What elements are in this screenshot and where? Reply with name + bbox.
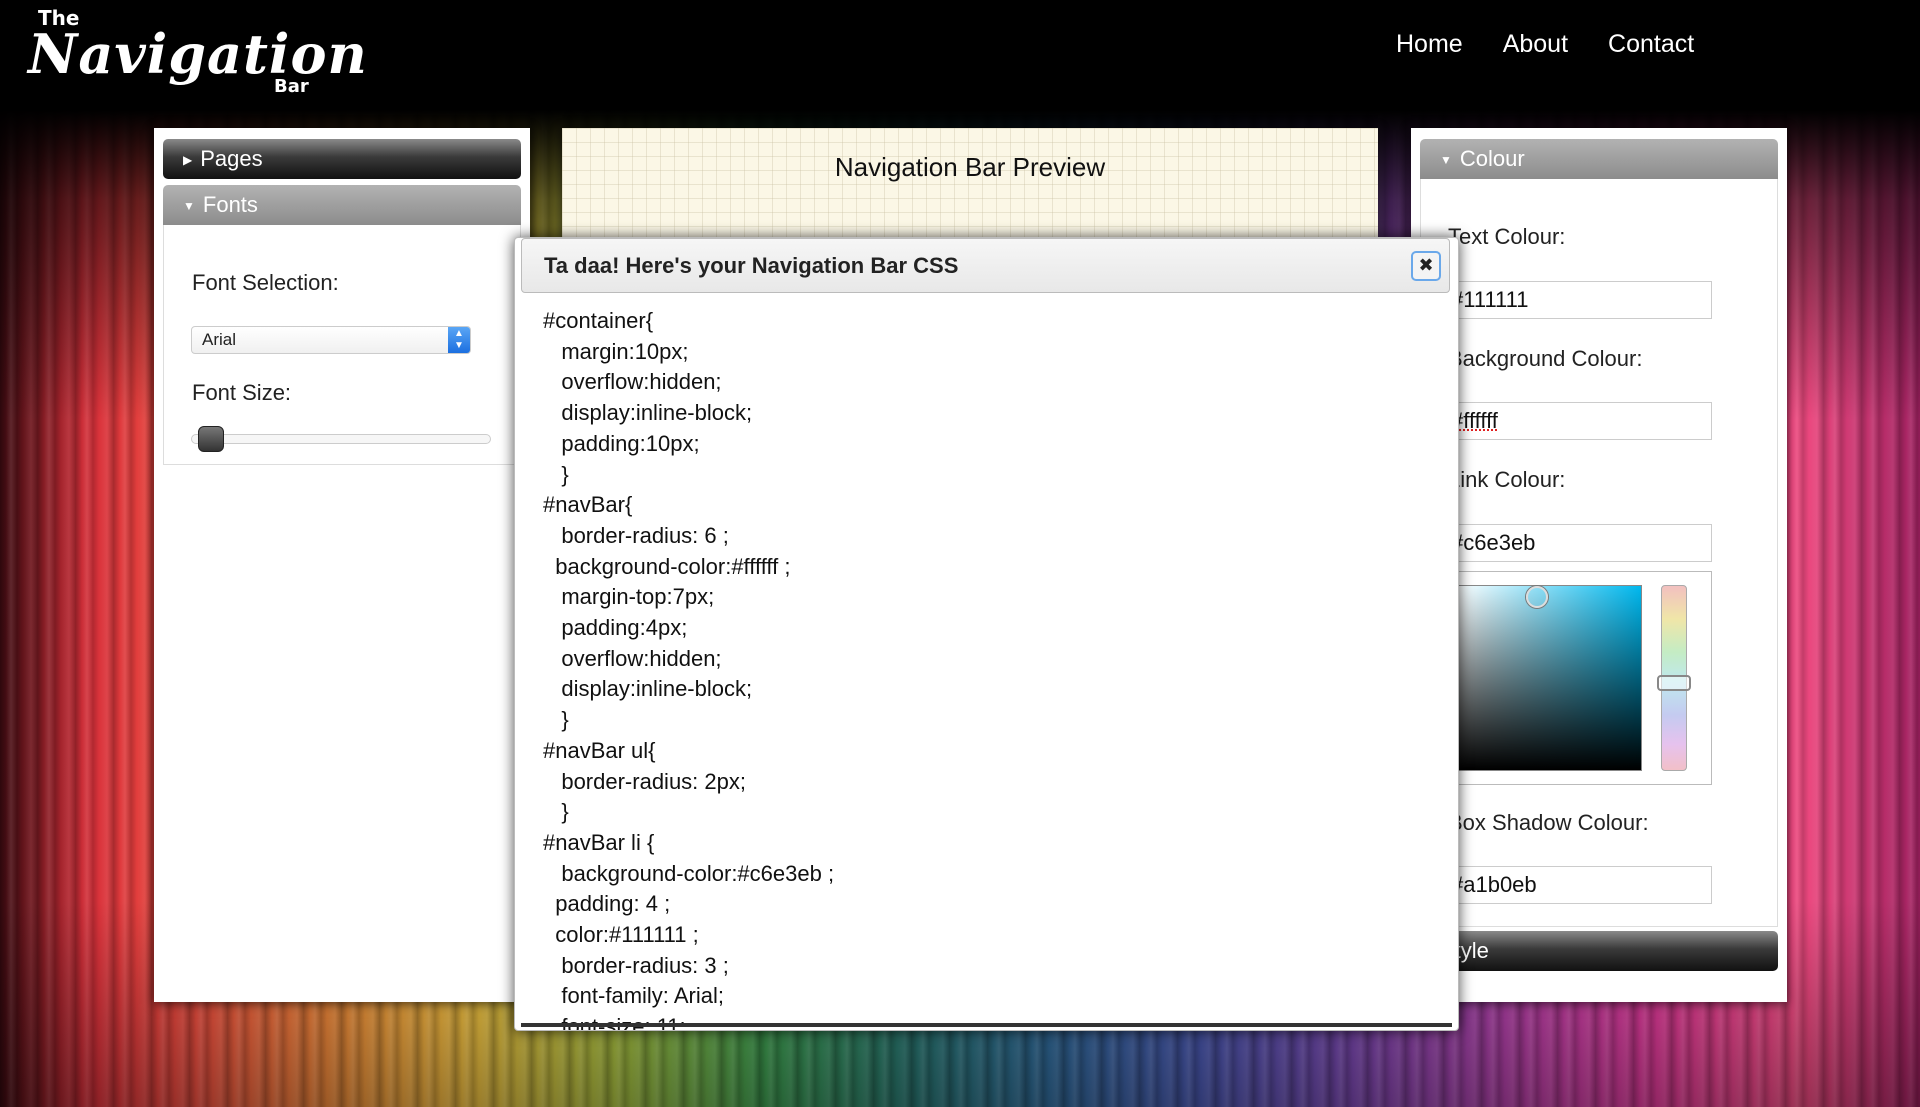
logo-main: Navigation <box>28 22 368 86</box>
dialog-bottom-edge <box>521 1023 1452 1027</box>
css-code-block: #container{ margin:10px; overflow:hidden… <box>543 306 1448 1030</box>
code-line: overflow:hidden; <box>543 645 722 671</box>
font-selection-label: Font Selection: <box>192 270 339 295</box>
code-line: border-radius: 2px; <box>543 768 746 794</box>
accordion-colour-label: Colour <box>1459 146 1525 171</box>
nav-about-link[interactable]: About <box>1503 30 1568 59</box>
code-line: } <box>543 707 569 733</box>
code-line: color:#111111 ; <box>543 922 699 948</box>
nav-contact-link[interactable]: Contact <box>1608 30 1694 59</box>
font-select[interactable]: Arial ▲ ▼ <box>191 326 471 354</box>
saturation-value-area[interactable] <box>1456 585 1642 771</box>
top-nav: Home About Contact <box>1396 30 1694 59</box>
background-colour-input[interactable]: #ffffff <box>1446 402 1712 440</box>
code-line: border-radius: 3 ; <box>543 952 729 978</box>
accordion-style-header[interactable]: Style <box>1420 931 1778 971</box>
preview-panel: Navigation Bar Preview <box>562 128 1378 238</box>
accordion-pages-header[interactable]: ▶ Pages <box>163 139 521 179</box>
caret-down-icon: ▼ <box>1440 153 1452 167</box>
code-line: padding:10px; <box>543 430 700 456</box>
text-colour-input[interactable]: #111111 <box>1446 281 1712 319</box>
font-size-slider-track[interactable] <box>191 434 491 444</box>
accordion-pages-label: Pages <box>200 146 263 171</box>
code-line: #navBar li { <box>543 829 655 855</box>
logo-bar: Bar <box>274 76 309 97</box>
colour-picker-cursor[interactable] <box>1526 586 1548 608</box>
code-line: background-color:#c6e3eb ; <box>543 860 835 886</box>
font-select-value: Arial <box>202 330 237 349</box>
select-arrows-icon: ▲ ▼ <box>448 327 470 353</box>
close-icon[interactable]: ✖ <box>1411 251 1441 281</box>
settings-left-panel: ▶ Pages ▼ Fonts Font Selection: Arial ▲ ▼ F… <box>154 128 530 1002</box>
settings-right-panel: ▼ Colour Text Colour: #111111 Background … <box>1411 128 1787 1002</box>
code-line: overflow:hidden; <box>543 369 722 395</box>
code-line: margin:10px; <box>543 338 689 364</box>
dialog-title: Ta daa! Here's your Navigation Bar CSS <box>544 253 959 278</box>
code-line: margin-top:7px; <box>543 584 715 610</box>
link-colour-input[interactable]: #c6e3eb <box>1446 524 1712 562</box>
code-line: display:inline-block; <box>543 400 753 426</box>
colour-picker <box>1446 571 1712 785</box>
code-line: font-family: Arial; <box>543 983 724 1009</box>
code-line: background-color:#ffffff ; <box>543 553 791 579</box>
code-line: padding:4px; <box>543 615 688 641</box>
font-size-label: Font Size: <box>192 380 292 405</box>
background-colour-label: Background Colour: <box>1448 346 1643 371</box>
dialog-header: Ta daa! Here's your Navigation Bar CSS ✖ <box>521 238 1450 293</box>
preview-title: Navigation Bar Preview <box>834 152 1106 182</box>
accordion-fonts-header[interactable]: ▼ Fonts <box>163 185 521 225</box>
accordion-colour-header[interactable]: ▼ Colour <box>1420 139 1778 179</box>
box-shadow-colour-input[interactable]: #a1b0eb <box>1446 866 1712 904</box>
code-line: padding: 4 ; <box>543 891 671 917</box>
nav-home-link[interactable]: Home <box>1396 30 1463 59</box>
caret-right-icon: ▶ <box>183 153 193 167</box>
code-line: font-size: 11; <box>543 1012 1448 1030</box>
accordion-fonts-label: Fonts <box>202 192 258 217</box>
code-line: border-radius: 6 ; <box>543 522 729 548</box>
box-shadow-colour-label: Box Shadow Colour: <box>1448 810 1649 835</box>
code-line: } <box>543 461 569 487</box>
code-line: display:inline-block; <box>543 676 753 702</box>
code-line: #navBar ul{ <box>543 737 656 763</box>
caret-down-icon: ▼ <box>183 199 195 213</box>
hue-slider-handle[interactable] <box>1657 675 1691 691</box>
css-output-dialog: Ta daa! Here's your Navigation Bar CSS ✖… <box>514 237 1459 1031</box>
font-size-slider-handle[interactable] <box>198 426 224 452</box>
code-line: #container{ <box>543 308 654 333</box>
text-colour-label: Text Colour: <box>1448 224 1566 249</box>
code-line: } <box>543 799 569 825</box>
link-colour-label: Link Colour: <box>1448 467 1566 492</box>
code-line: #navBar{ <box>543 492 633 518</box>
